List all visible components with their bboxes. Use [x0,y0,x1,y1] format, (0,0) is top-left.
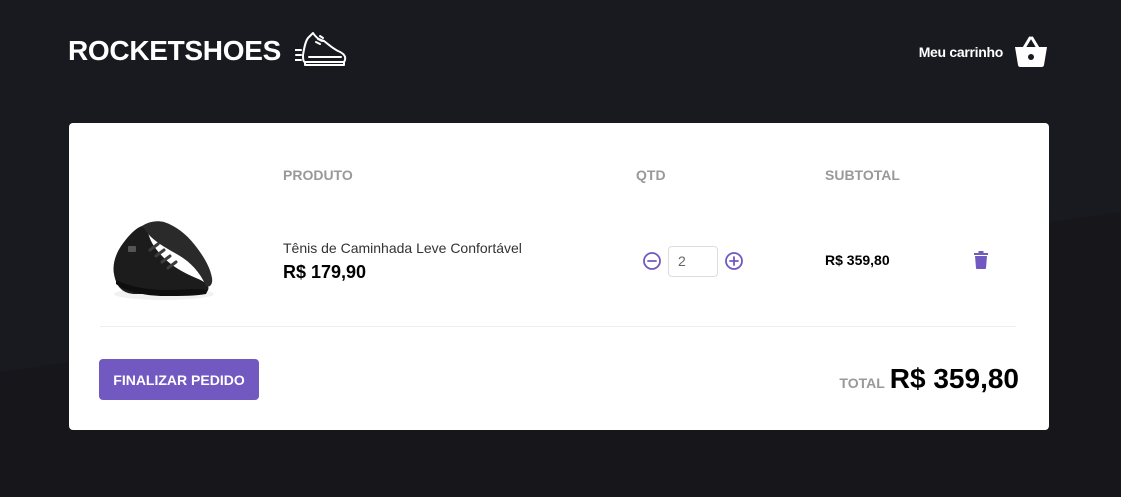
product-price: R$ 179,90 [283,261,367,282]
trash-icon [974,250,988,269]
column-header-product: PRODUTO [283,167,353,183]
product-info-cell: Tênis de Caminhada Leve Confortável R$ 1… [283,197,636,327]
quantity-stepper [642,245,825,277]
column-header-subtotal: SUBTOTAL [825,167,900,183]
subtotal-cell: R$ 359,80 [825,197,952,327]
quantity-input[interactable] [668,245,718,277]
product-title: Tênis de Caminhada Leve Confortável [283,239,522,256]
shopping-basket-icon [1015,36,1047,67]
order-total: TOTAL R$ 359,80 [839,363,1019,395]
remove-item-button[interactable] [974,250,988,272]
logo-link[interactable]: ROCKETSHOES [68,30,349,72]
checkout-button[interactable]: Finalizar pedido [99,359,259,400]
column-header-quantity: QTD [636,167,666,183]
logo-text: ROCKETSHOES [68,35,281,66]
item-subtotal: R$ 359,80 [825,252,890,269]
total-value: R$ 359,80 [889,363,1019,394]
product-image-cell [100,197,283,327]
column-header-image [100,153,283,197]
quantity-cell [636,197,825,327]
increment-button[interactable] [724,251,744,271]
column-header-actions [952,153,1016,197]
cart-table: PRODUTO QTD SUBTOTAL Tênis de Caminhada … [100,153,1016,327]
header: ROCKETSHOES Meu carrinho [0,0,1121,110]
total-label: TOTAL [839,375,885,391]
cart-link[interactable]: Meu carrinho [919,36,1049,68]
cart-label: Meu carrinho [918,44,1004,60]
table-row: Tênis de Caminhada Leve Confortável R$ 1… [100,197,1016,327]
product-image [113,221,214,301]
decrement-button[interactable] [642,251,662,271]
plus-circle-icon [725,252,743,271]
minus-circle-icon [643,252,661,271]
running-shoe-icon [294,32,347,66]
cart-container: PRODUTO QTD SUBTOTAL Tênis de Caminhada … [69,123,1049,430]
cart-footer: Finalizar pedido TOTAL R$ 359,80 [99,359,1019,401]
table-header-row: PRODUTO QTD SUBTOTAL [100,153,1016,197]
actions-cell [952,197,1016,327]
